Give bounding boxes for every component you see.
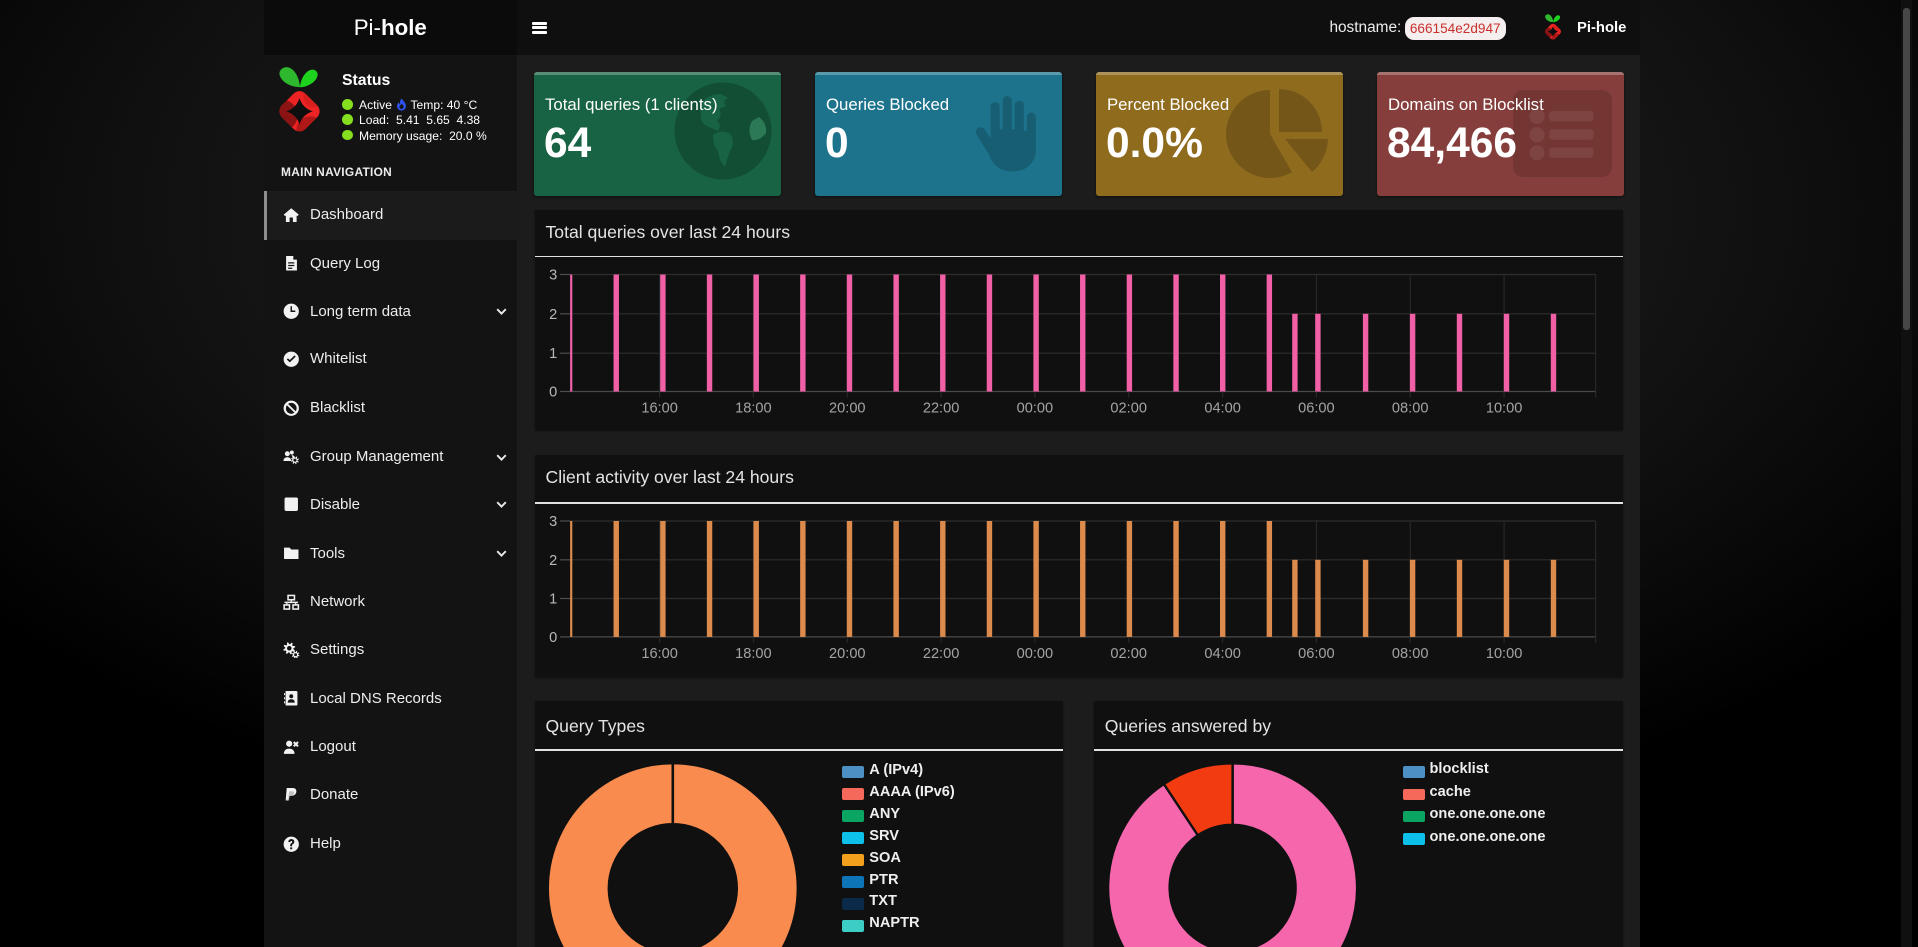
svg-text:20:00: 20:00 bbox=[829, 400, 866, 416]
svg-text:06:00: 06:00 bbox=[1298, 646, 1335, 662]
svg-text:22:00: 22:00 bbox=[923, 646, 960, 662]
svg-text:06:00: 06:00 bbox=[1298, 400, 1335, 416]
svg-text:16:00: 16:00 bbox=[641, 646, 678, 662]
svg-text:18:00: 18:00 bbox=[735, 400, 772, 416]
svg-text:22:00: 22:00 bbox=[923, 400, 960, 416]
svg-text:3: 3 bbox=[549, 514, 557, 530]
svg-text:10:00: 10:00 bbox=[1486, 646, 1523, 662]
svg-text:0: 0 bbox=[549, 385, 557, 401]
svg-text:3: 3 bbox=[549, 268, 557, 284]
svg-text:1: 1 bbox=[549, 592, 557, 608]
svg-text:00:00: 00:00 bbox=[1016, 646, 1053, 662]
svg-text:04:00: 04:00 bbox=[1204, 646, 1241, 662]
svg-text:18:00: 18:00 bbox=[735, 646, 772, 662]
svg-text:08:00: 08:00 bbox=[1392, 646, 1429, 662]
svg-text:02:00: 02:00 bbox=[1110, 646, 1147, 662]
svg-text:16:00: 16:00 bbox=[641, 400, 678, 416]
svg-text:20:00: 20:00 bbox=[829, 646, 866, 662]
svg-text:02:00: 02:00 bbox=[1110, 400, 1147, 416]
svg-text:04:00: 04:00 bbox=[1204, 400, 1241, 416]
svg-text:08:00: 08:00 bbox=[1392, 400, 1429, 416]
svg-text:1: 1 bbox=[549, 346, 557, 362]
svg-text:2: 2 bbox=[549, 553, 557, 569]
svg-text:2: 2 bbox=[549, 307, 557, 323]
svg-text:10:00: 10:00 bbox=[1486, 400, 1523, 416]
svg-text:0: 0 bbox=[549, 630, 557, 646]
svg-text:00:00: 00:00 bbox=[1016, 400, 1053, 416]
